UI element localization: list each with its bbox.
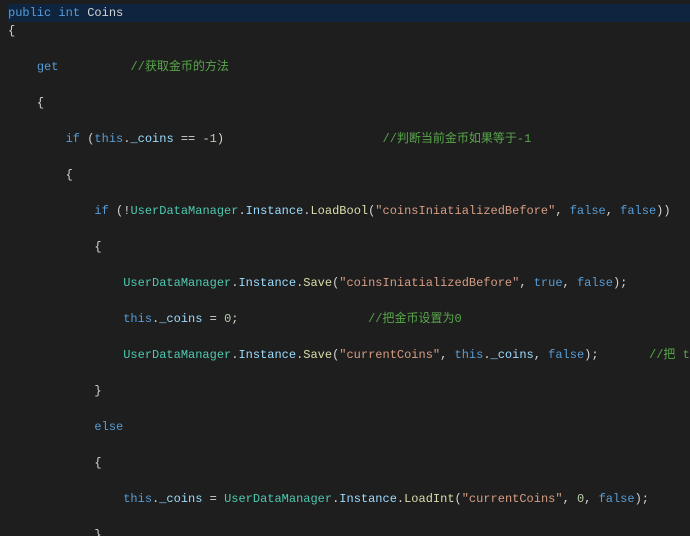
token-member: _coins [159, 492, 202, 506]
code-line[interactable]: { [8, 22, 690, 40]
token-pn [238, 312, 368, 326]
token-pn: ( [455, 492, 462, 506]
token-pn: . [238, 204, 245, 218]
token-cmt: //把 this._coins 的值存入玩家数据 [649, 348, 690, 362]
code-line[interactable]: { [8, 238, 690, 256]
token-pn: , [606, 204, 620, 218]
token-kw: false [599, 492, 635, 506]
code-line[interactable]: else [8, 418, 690, 436]
token-kw: if [94, 204, 108, 218]
token-kw: this [455, 348, 484, 362]
token-pn: , [519, 276, 533, 290]
token-pn [224, 132, 382, 146]
token-cmt: //获取金币的方法 [130, 60, 228, 74]
token-member: Instance [339, 492, 397, 506]
token-pn: } [94, 384, 101, 398]
code-line[interactable]: this._coins = 0; //把金币设置为0 [8, 310, 690, 328]
token-kw: this [123, 492, 152, 506]
token-pn: { [8, 24, 15, 38]
token-pn: ) [217, 132, 224, 146]
token-type: UserDataManager [123, 276, 231, 290]
token-kw: false [570, 204, 606, 218]
token-pn: = [202, 312, 224, 326]
token-kw: this [94, 132, 123, 146]
token-func: LoadBool [310, 204, 368, 218]
token-cmt: //把金币设置为0 [368, 312, 462, 326]
code-line[interactable]: UserDataManager.Instance.Save("currentCo… [8, 346, 690, 364]
token-func: Save [303, 276, 332, 290]
token-pn: , [555, 204, 569, 218]
token-op: == [181, 132, 195, 146]
token-str: "coinsIniatializedBefore" [339, 276, 519, 290]
code-line[interactable]: public int Coins [8, 4, 690, 22]
token-type: UserDataManager [224, 492, 332, 506]
token-op: - [202, 132, 209, 146]
token-id: Coins [87, 6, 123, 20]
code-line[interactable]: { [8, 454, 690, 472]
token-member: Instance [246, 204, 304, 218]
token-pn: { [94, 456, 101, 470]
token-member: _coins [491, 348, 534, 362]
token-member: _coins [159, 312, 202, 326]
token-str: "currentCoins" [462, 492, 563, 506]
token-kw: true [534, 276, 563, 290]
token-pn: ); [635, 492, 649, 506]
token-member: Instance [238, 276, 296, 290]
code-line[interactable]: } [8, 382, 690, 400]
token-pn: { [66, 168, 73, 182]
token-kw: get [37, 60, 59, 74]
code-line[interactable]: { [8, 94, 690, 112]
token-kw: this [123, 312, 152, 326]
token-pn [58, 60, 130, 74]
code-line[interactable]: if (!UserDataManager.Instance.LoadBool("… [8, 202, 690, 220]
token-pn: ); [584, 348, 598, 362]
token-num: 1 [210, 132, 217, 146]
token-func: LoadInt [404, 492, 454, 506]
token-type: UserDataManager [130, 204, 238, 218]
token-type: UserDataManager [123, 348, 231, 362]
token-pn: } [94, 528, 101, 536]
token-kw: if [66, 132, 80, 146]
code-line[interactable]: } [8, 526, 690, 536]
code-line[interactable]: this._coins = UserDataManager.Instance.L… [8, 490, 690, 508]
token-pn: = [202, 492, 224, 506]
token-str: "currentCoins" [339, 348, 440, 362]
token-cmt: //判断当前金币如果等于-1 [383, 132, 532, 146]
token-pn [599, 348, 649, 362]
token-pn: , [534, 348, 548, 362]
token-pn: { [94, 240, 101, 254]
code-line[interactable]: get //获取金币的方法 [8, 58, 690, 76]
token-pn: { [37, 96, 44, 110]
token-pn: , [563, 492, 577, 506]
token-kw: false [577, 276, 613, 290]
code-line[interactable]: UserDataManager.Instance.Save("coinsInia… [8, 274, 690, 292]
token-kw: public [8, 6, 51, 20]
token-pn: , [440, 348, 454, 362]
token-pn [174, 132, 181, 146]
token-kw: false [548, 348, 584, 362]
token-func: Save [303, 348, 332, 362]
token-pn: , [563, 276, 577, 290]
token-str: "coinsIniatializedBefore" [375, 204, 555, 218]
code-line[interactable]: { [8, 166, 690, 184]
code-line[interactable]: if (this._coins == -1) //判断当前金币如果等于-1 [8, 130, 690, 148]
token-pn: )) [656, 204, 670, 218]
token-kw: int [58, 6, 80, 20]
token-pn: . [483, 348, 490, 362]
token-kw: else [94, 420, 123, 434]
token-member: Instance [238, 348, 296, 362]
code-editor[interactable]: public int Coins { get //获取金币的方法 { if (t… [0, 0, 690, 536]
token-kw: false [620, 204, 656, 218]
token-pn: ); [613, 276, 627, 290]
token-member: _coins [130, 132, 173, 146]
token-pn: (! [109, 204, 131, 218]
token-pn: , [584, 492, 598, 506]
token-pn: ( [80, 132, 94, 146]
